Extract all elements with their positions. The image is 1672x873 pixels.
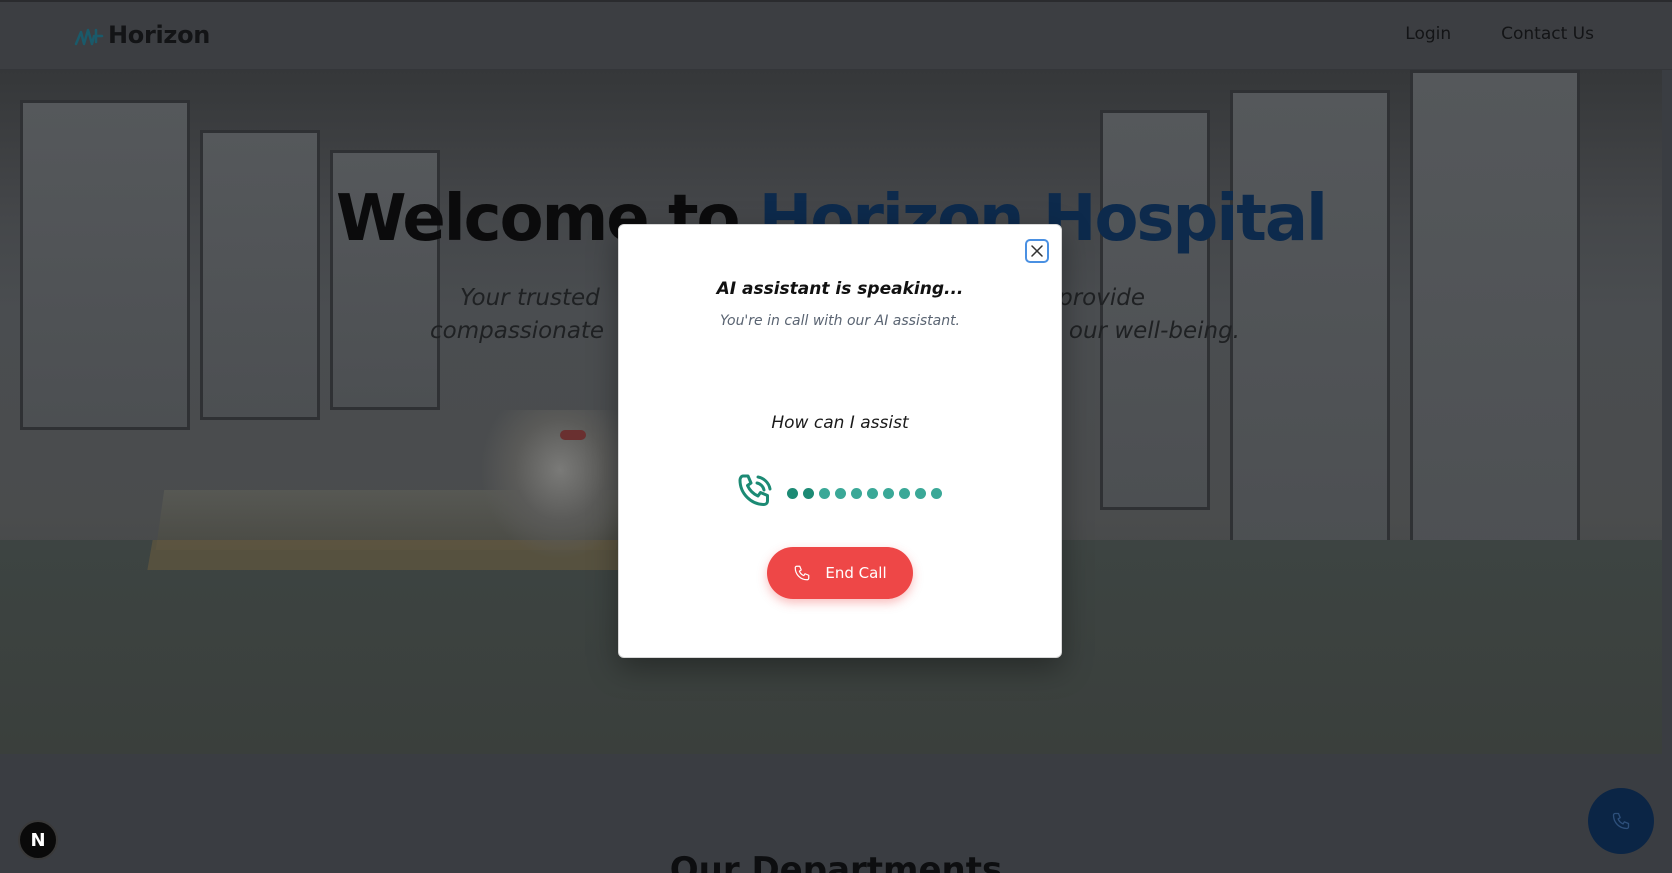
departments-title: Our Departments: [669, 850, 1003, 873]
call-status: [735, 471, 942, 513]
hero-accent: [560, 430, 586, 440]
dialog-title: AI assistant is speaking...: [716, 279, 964, 299]
main-nav: Login Contact Us: [1405, 24, 1594, 44]
hero-subtitle-right-2: our well-being.: [1068, 318, 1240, 344]
nav-contact-us[interactable]: Contact Us: [1501, 24, 1594, 44]
wave-dot: [819, 487, 830, 499]
wave-dot: [915, 487, 926, 499]
assistant-message: How can I assist: [771, 413, 909, 433]
phone-icon: [1612, 812, 1630, 830]
brand-name: Horizon: [108, 21, 211, 49]
wave-dot: [803, 487, 814, 499]
close-button[interactable]: [1025, 239, 1049, 263]
wave-dot: [787, 487, 798, 499]
wave-dot: [867, 487, 878, 499]
nav-login[interactable]: Login: [1405, 24, 1451, 44]
audio-waveform: [787, 487, 942, 499]
site-header: Horizon Login Contact Us: [0, 0, 1672, 70]
logo-icon: [74, 28, 104, 46]
hero-subtitle-left-1: Your trusted: [460, 285, 600, 311]
hero-window: [20, 100, 190, 430]
phone-icon: [795, 565, 810, 581]
wave-dot: [931, 487, 942, 499]
end-call-button[interactable]: End Call: [767, 547, 913, 599]
hero-window: [200, 130, 320, 420]
wave-dot: [851, 487, 862, 499]
phone-ringing-icon: [738, 474, 772, 506]
dialog-subtitle: You're in call with our AI assistant.: [719, 313, 961, 329]
wave-dot: [835, 487, 846, 499]
hero-subtitle-left-2: compassionate: [430, 318, 605, 344]
wave-dot: [899, 487, 910, 499]
dev-badge[interactable]: N: [18, 820, 58, 860]
end-call-label: End Call: [825, 564, 887, 582]
call-assistant-button[interactable]: [1588, 788, 1654, 854]
brand[interactable]: Horizon: [74, 20, 210, 50]
ai-call-dialog: AI assistant is speaking... You're in ca…: [618, 224, 1062, 658]
close-icon: [1031, 245, 1043, 257]
wave-dot: [883, 487, 894, 499]
hero-window: [1230, 90, 1390, 560]
